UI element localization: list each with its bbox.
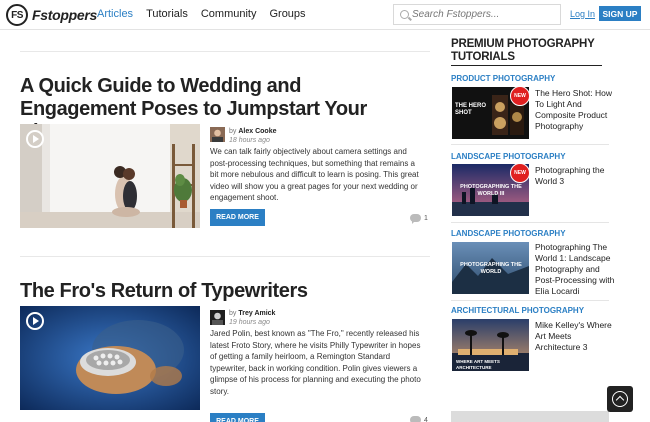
byline-prefix: by <box>229 128 237 135</box>
wedding-photo <box>20 124 200 228</box>
article-excerpt: Jared Polin, best known as "The Fro," re… <box>210 329 421 396</box>
sidebar-title-underline <box>451 65 602 66</box>
article-time: 18 hours ago <box>229 137 270 144</box>
sidebar-category[interactable]: ARCHITECTURAL PHOTOGRAPHY <box>451 306 584 315</box>
sidebar-thumbnail[interactable]: WHERE ART MEETS ARCHITECTURE <box>452 319 529 371</box>
logo-text: Fstoppers <box>32 7 97 23</box>
comment-number: 1 <box>424 214 428 222</box>
top-nav: FS Fstoppers Articles Tutorials Communit… <box>0 0 650 30</box>
new-badge: NEW <box>510 86 530 106</box>
site-logo[interactable]: FS Fstoppers <box>6 4 97 26</box>
author-avatar[interactable] <box>210 310 225 325</box>
read-more-button[interactable]: READ MORE <box>210 413 265 422</box>
sidebar-ad-image[interactable] <box>451 411 609 422</box>
sidebar-category[interactable]: LANDSCAPE PHOTOGRAPHY <box>451 152 566 161</box>
nav-link-groups[interactable]: Groups <box>269 8 305 20</box>
logo-badge: FS <box>6 4 28 26</box>
arrow-up-icon <box>612 391 628 407</box>
thumb-caption: PHOTOGRAPHING THE WORLD <box>460 262 522 275</box>
article-thumbnail[interactable] <box>20 124 200 228</box>
author-name[interactable]: Alex Cooke <box>238 128 276 135</box>
read-more-button[interactable]: READ MORE <box>210 209 265 226</box>
article-thumbnail[interactable] <box>20 306 200 410</box>
login-link[interactable]: Log In <box>570 9 595 19</box>
comment-count[interactable]: 1 <box>410 214 428 224</box>
comment-count[interactable]: 4 <box>410 416 428 422</box>
sidebar-separator <box>451 222 609 223</box>
search-input[interactable] <box>412 5 557 24</box>
sidebar-title: PREMIUM PHOTOGRAPHY TUTORIALS <box>451 38 595 63</box>
nav-link-community[interactable]: Community <box>201 8 257 20</box>
article-byline: by Trey Amick <box>229 310 275 317</box>
comment-icon <box>410 416 421 422</box>
sidebar-item-title[interactable]: The Hero Shot: How To Light And Composit… <box>535 88 617 132</box>
sidebar-item-title[interactable]: Photographing the World 3 <box>535 165 617 187</box>
new-badge: NEW <box>510 163 530 183</box>
comment-icon <box>410 214 421 224</box>
nav-links: Articles Tutorials Community Groups <box>97 8 319 20</box>
article-byline: by Alex Cooke <box>229 128 276 135</box>
sidebar-category[interactable]: PRODUCT PHOTOGRAPHY <box>451 74 555 83</box>
scroll-to-top-button[interactable] <box>607 386 633 412</box>
article-time: 19 hours ago <box>229 319 270 326</box>
sidebar-thumbnail[interactable]: PHOTOGRAPHING THE WORLD <box>452 242 529 294</box>
search-icon <box>400 10 409 19</box>
play-icon[interactable] <box>26 130 44 148</box>
play-icon[interactable] <box>26 312 44 330</box>
divider <box>20 256 430 257</box>
comment-number: 4 <box>424 416 428 422</box>
sidebar-item-title[interactable]: Mike Kelley's Where Art Meets Architectu… <box>535 320 617 353</box>
nav-link-tutorials[interactable]: Tutorials <box>146 8 188 20</box>
author-avatar[interactable] <box>210 127 225 142</box>
sidebar-item-title[interactable]: Photographing The World 1: Landscape Pho… <box>535 242 617 297</box>
thumb-caption: PHOTOGRAPHING THE WORLD III <box>460 184 522 197</box>
signup-button[interactable]: SIGN UP <box>599 6 641 21</box>
article-title[interactable]: The Fro's Return of Typewriters <box>20 280 420 303</box>
search-box <box>393 4 561 25</box>
article-excerpt: We can talk fairly objectively about cam… <box>210 147 419 202</box>
thumb-caption: WHERE ART MEETS ARCHITECTURE <box>456 359 500 370</box>
sidebar-separator <box>451 144 609 145</box>
author-name[interactable]: Trey Amick <box>238 310 275 317</box>
thumb-caption: THE HERO SHOT <box>455 103 487 116</box>
sidebar-category[interactable]: LANDSCAPE PHOTOGRAPHY <box>451 229 566 238</box>
byline-prefix: by <box>229 310 237 317</box>
typewriter-photo <box>20 306 200 410</box>
sidebar-separator <box>451 300 609 301</box>
nav-link-articles[interactable]: Articles <box>97 8 133 20</box>
divider <box>20 51 430 52</box>
